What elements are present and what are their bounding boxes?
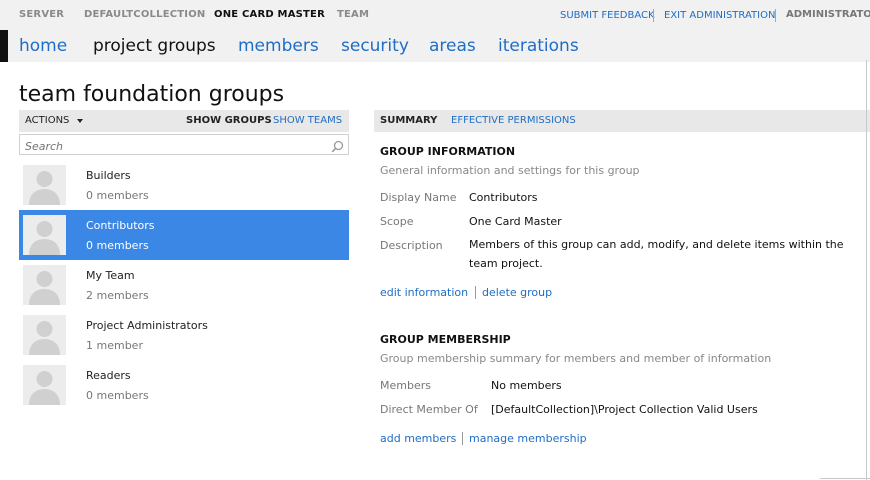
- crumb-team[interactable]: TEAM: [337, 9, 369, 20]
- scope-value: One Card Master: [469, 215, 562, 228]
- group-item-contributors[interactable]: Contributors 0 members: [19, 210, 349, 260]
- window-edge: [820, 478, 870, 479]
- group-item-my-team[interactable]: My Team 2 members: [19, 260, 349, 310]
- search-icon[interactable]: [331, 138, 344, 157]
- group-name: Builders: [86, 169, 131, 182]
- show-teams-toggle[interactable]: SHOW TEAMS: [273, 115, 342, 126]
- divider: [775, 9, 776, 22]
- divider: [653, 9, 654, 22]
- scope-label: Scope: [380, 215, 414, 228]
- submit-feedback-link[interactable]: SUBMIT FEEDBACK: [560, 10, 655, 21]
- nav-home[interactable]: home: [19, 36, 67, 56]
- avatar: [23, 315, 66, 355]
- group-information-subtitle: General information and settings for thi…: [380, 164, 640, 177]
- group-name: My Team: [86, 269, 135, 282]
- exit-administration-link[interactable]: EXIT ADMINISTRATION: [664, 10, 775, 21]
- members-value: No members: [491, 379, 562, 392]
- top-bar: SERVER DEFAULTCOLLECTION ONE CARD MASTER…: [0, 0, 870, 30]
- manage-membership-link[interactable]: manage membership: [469, 432, 587, 445]
- description-value: Members of this group can add, modify, a…: [469, 238, 844, 270]
- group-name: Readers: [86, 369, 131, 382]
- chevron-down-icon[interactable]: [77, 119, 83, 123]
- direct-member-of-label: Direct Member Of: [380, 403, 478, 416]
- members-label: Members: [380, 379, 431, 392]
- display-name-label: Display Name: [380, 191, 457, 204]
- tab-summary[interactable]: SUMMARY: [380, 115, 437, 126]
- crumb-server[interactable]: SERVER: [19, 9, 64, 20]
- group-member-count: 0 members: [86, 389, 149, 402]
- main-nav: home project groups members security are…: [0, 30, 870, 62]
- avatar: [23, 365, 66, 405]
- nav-areas[interactable]: areas: [429, 36, 476, 56]
- edit-information-link[interactable]: edit information: [380, 286, 468, 299]
- group-details-pane: SUMMARY EFFECTIVE PERMISSIONS: [374, 110, 870, 132]
- user-name[interactable]: ADMINISTRATOR: [786, 9, 870, 20]
- group-membership-subtitle: Group membership summary for members and…: [380, 352, 772, 365]
- actions-menu[interactable]: ACTIONS: [25, 115, 69, 126]
- delete-group-link[interactable]: delete group: [482, 286, 552, 299]
- group-member-count: 2 members: [86, 289, 149, 302]
- nav-accent-bar: [0, 30, 8, 62]
- group-name: Project Administrators: [86, 319, 208, 332]
- group-member-count: 1 member: [86, 339, 143, 352]
- search-input[interactable]: [20, 137, 320, 156]
- group-information-title: GROUP INFORMATION: [380, 145, 516, 158]
- nav-security[interactable]: security: [341, 36, 409, 56]
- group-item-project-administrators[interactable]: Project Administrators 1 member: [19, 310, 349, 360]
- search-box: [19, 134, 349, 157]
- group-membership-title: GROUP MEMBERSHIP: [380, 333, 511, 346]
- avatar: [23, 265, 66, 305]
- group-item-readers[interactable]: Readers 0 members: [19, 360, 349, 410]
- group-list: Builders 0 members Contributors 0 member…: [19, 160, 349, 410]
- window-edge: [866, 60, 870, 480]
- group-name: Contributors: [86, 219, 155, 232]
- nav-members[interactable]: members: [238, 36, 319, 56]
- group-member-count: 0 members: [86, 239, 149, 252]
- details-tabs: SUMMARY EFFECTIVE PERMISSIONS: [374, 110, 870, 132]
- nav-iterations[interactable]: iterations: [498, 36, 579, 56]
- show-groups-toggle[interactable]: SHOW GROUPS: [186, 115, 272, 126]
- group-item-builders[interactable]: Builders 0 members: [19, 160, 349, 210]
- direct-member-of-value: [DefaultCollection]\Project Collection V…: [491, 403, 758, 416]
- divider: [462, 432, 463, 445]
- display-name-value: Contributors: [469, 191, 538, 204]
- tab-effective-permissions[interactable]: EFFECTIVE PERMISSIONS: [451, 115, 576, 126]
- page-title: team foundation groups: [19, 82, 285, 107]
- description-label: Description: [380, 239, 443, 252]
- avatar: [23, 215, 66, 255]
- groups-toolbar: ACTIONS SHOW GROUPS SHOW TEAMS: [19, 110, 349, 132]
- avatar: [23, 165, 66, 205]
- group-member-count: 0 members: [86, 189, 149, 202]
- nav-project-groups[interactable]: project groups: [93, 36, 216, 56]
- add-members-link[interactable]: add members: [380, 432, 456, 445]
- crumb-defaultcollection[interactable]: DEFAULTCOLLECTION: [84, 9, 205, 20]
- divider: [475, 286, 476, 299]
- crumb-project[interactable]: ONE CARD MASTER: [214, 9, 325, 20]
